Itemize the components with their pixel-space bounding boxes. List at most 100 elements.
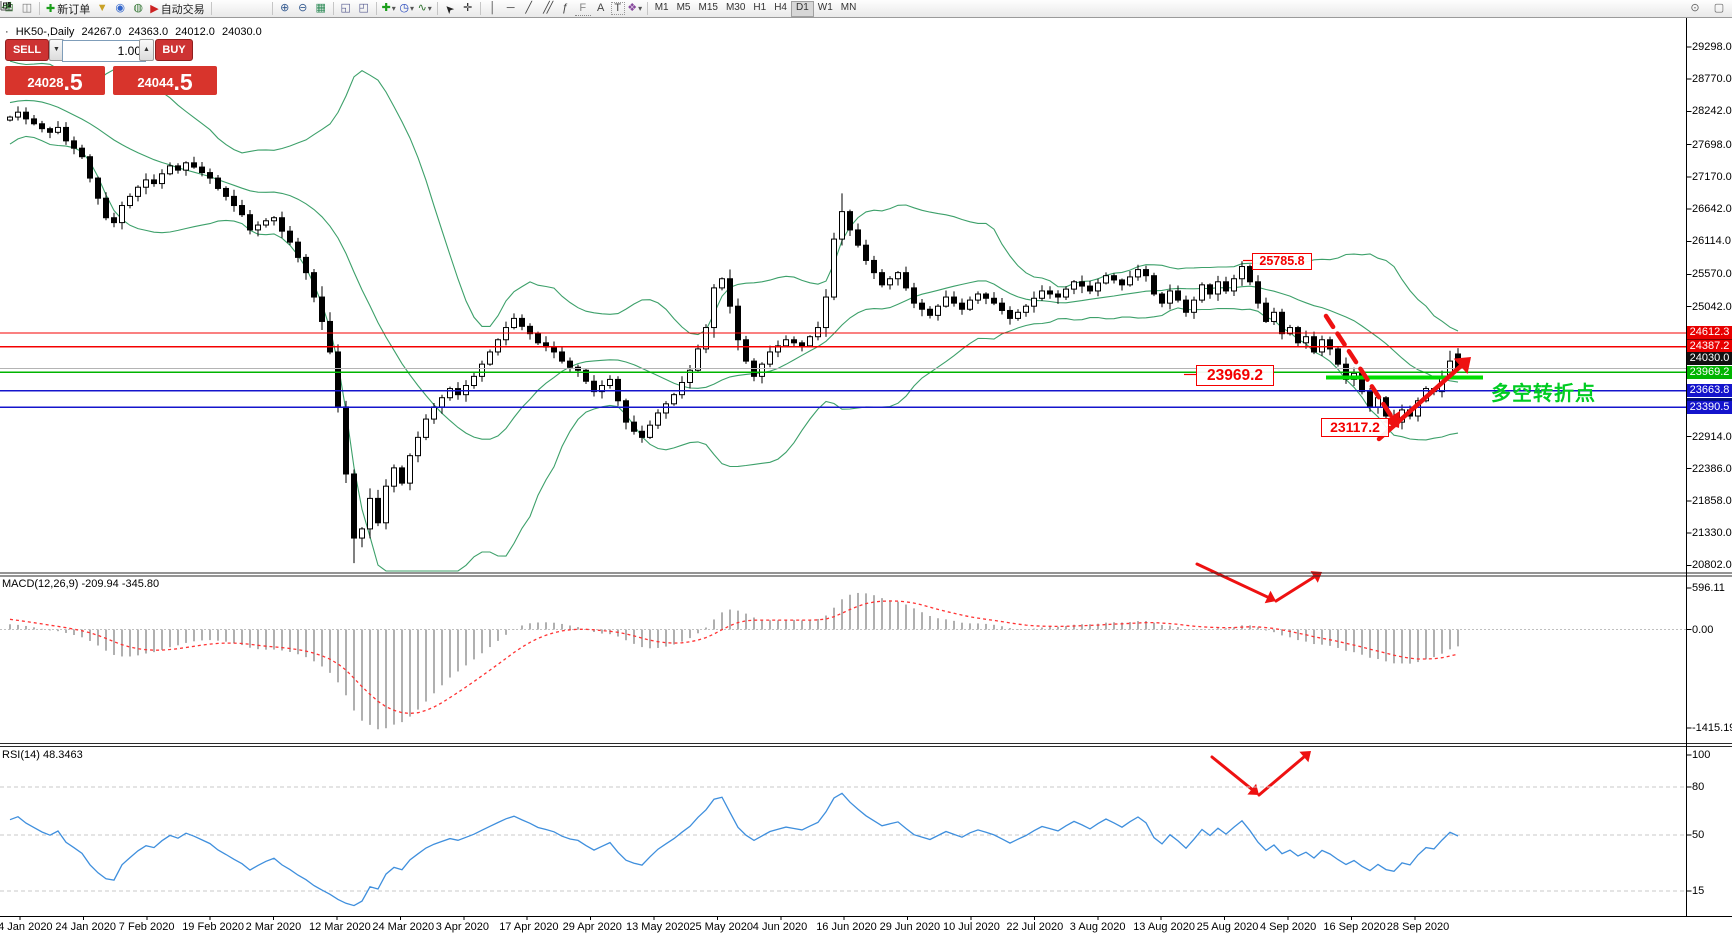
chart-bars-icon[interactable] [216, 1, 232, 16]
period-clock-icon[interactable]: ◷▾ [399, 1, 415, 16]
up-arrow-annotation[interactable] [1379, 357, 1471, 439]
separator [211, 2, 212, 15]
timeframe-button-m30[interactable]: M30 [722, 1, 749, 15]
rsi-down-arrow-annotation[interactable] [1212, 757, 1259, 795]
timeframe-button-h1[interactable]: H1 [749, 1, 770, 15]
one-click-trading-panel: SELL ▼ ▲ BUY 24028.5 24044.5 [5, 38, 253, 94]
volume-up-stepper[interactable]: ▲ [139, 39, 154, 61]
price-tick: 25042.0 [1692, 301, 1732, 313]
timeframe-button-h4[interactable]: H4 [770, 1, 791, 15]
rsi-up-arrow-annotation[interactable] [1259, 751, 1311, 795]
text-label-tool-icon[interactable]: T [611, 2, 625, 15]
sell-button[interactable]: SELL [5, 39, 49, 61]
fibo-grid-tool-icon[interactable]: F [575, 2, 591, 16]
bull-bear-pivot-note[interactable]: 多空转折点 [1491, 377, 1596, 406]
new-order-plus-icon: ✚ [46, 2, 55, 15]
swing-low-price-label[interactable]: 23117.2 [1321, 418, 1389, 437]
fibonacci-tool-icon[interactable]: ƒ [557, 1, 573, 16]
sell-price-fraction: .5 [63, 70, 82, 94]
panel-borders [0, 17, 1732, 920]
funnel-icon[interactable]: ▼ [94, 1, 110, 16]
arrange-windows2-icon[interactable]: ◰ [356, 1, 372, 16]
separator [39, 2, 40, 15]
zoom-in-icon[interactable]: ⊕ [277, 1, 293, 16]
date-tick-label: 2 Mar 2020 [246, 921, 302, 933]
vertical-line-tool-icon[interactable]: │ [485, 1, 501, 16]
timeframe-button-d1[interactable]: D1 [791, 1, 814, 17]
search-icon[interactable]: ⊙ [1687, 1, 1703, 16]
separator [333, 2, 334, 15]
signal-icon[interactable]: ◍ [130, 1, 146, 16]
horizontal-line-tool-icon[interactable]: ─ [503, 1, 519, 16]
channel-tool-icon[interactable]: ╱╱ [539, 1, 555, 16]
macd-tick: -1415.19 [1692, 722, 1732, 734]
timeframe-button-w1[interactable]: W1 [814, 1, 837, 15]
docking-icon[interactable]: ▢ [1711, 1, 1727, 16]
market-watch-icon[interactable]: ◉ [112, 1, 128, 16]
auto-trading-button[interactable]: ▶ 自动交易 [147, 1, 207, 16]
date-tick-label: 4 Sep 2020 [1260, 921, 1316, 933]
separator [647, 2, 648, 15]
date-tick-label: 7 Feb 2020 [119, 921, 175, 933]
macd-tick: 0.00 [1692, 624, 1713, 636]
tile-windows-icon[interactable]: ▦ [313, 1, 329, 16]
trendline-tool-icon[interactable]: ╱ [521, 1, 537, 16]
date-tick-label: 29 Jun 2020 [880, 921, 941, 933]
timeframe-button-m5[interactable]: M5 [673, 1, 695, 15]
cursor-icon[interactable]: ➤ [439, 0, 461, 19]
horizontal-level-lines[interactable] [0, 333, 1687, 408]
buy-price-box[interactable]: 24044.5 [113, 66, 217, 95]
text-tool-icon[interactable]: A [593, 1, 609, 16]
toolbar: ⊞ ◫ ✚ 新订单 ▼ ◉ ◍ ▶ 自动交易 ⊕ ⊖ ▦ ◱ ◰ ✚▾ ◷▾ ∿… [0, 0, 1732, 18]
zoom-out-icon[interactable]: ⊖ [295, 1, 311, 16]
sell-price-box[interactable]: 24028.5 [5, 66, 105, 95]
date-tick-label: 16 Sep 2020 [1323, 921, 1385, 933]
timeframe-button-mn[interactable]: MN [837, 1, 861, 15]
chart-line-icon[interactable] [252, 1, 268, 16]
new-order-button[interactable]: ✚ 新订单 [43, 1, 93, 16]
macd-down-arrow-annotation[interactable] [1197, 564, 1276, 603]
pivot-price-label[interactable]: 23969.2 [1196, 365, 1274, 386]
timeframe-button-m1[interactable]: M1 [651, 1, 673, 15]
separator [376, 2, 377, 15]
timeframe-button-m15[interactable]: M15 [695, 1, 722, 15]
rsi-label: RSI(14) 48.3463 [2, 749, 83, 761]
date-tick-label: 24 Jan 2020 [55, 921, 116, 933]
rsi-tick: 15 [1692, 885, 1704, 897]
profiles-icon[interactable]: ◫ [19, 1, 35, 16]
price-tick: 20802.0 [1692, 559, 1732, 571]
candles [8, 106, 1461, 563]
templates-icon[interactable]: ∿▾ [417, 1, 433, 16]
price-tick: 29298.0 [1692, 41, 1732, 53]
date-tick-label: 13 Aug 2020 [1133, 921, 1195, 933]
date-tick-label: 14 Jan 2020 [0, 921, 53, 933]
price-tick: 26114.0 [1692, 235, 1731, 247]
date-tick-label: 28 Sep 2020 [1387, 921, 1449, 933]
crosshair-icon[interactable]: ✛ [460, 1, 476, 16]
separator [437, 2, 438, 15]
chart-info-bullet: · [5, 26, 9, 38]
date-tick-label: 25 May 2020 [689, 921, 753, 933]
axis-price-box: 24030.0 [1687, 352, 1732, 365]
add-indicator-icon[interactable]: ✚▾ [381, 1, 397, 16]
price-tick: 21858.0 [1692, 495, 1732, 507]
autotrade-play-icon: ▶ [150, 2, 158, 15]
volume-input[interactable] [62, 40, 146, 62]
timeframe-bar: M1M5M15M30H1H4D1W1MN [651, 1, 861, 17]
rsi-indicator [0, 787, 1687, 906]
swing-high-price-label[interactable]: 25785.8 [1252, 253, 1312, 270]
price-tick: 28242.0 [1692, 105, 1732, 117]
arrows-tool-icon[interactable]: ❖▾ [627, 1, 643, 16]
chart-candles-icon[interactable] [234, 1, 250, 16]
price-tick: 22914.0 [1692, 431, 1732, 443]
arrange-windows-icon[interactable]: ◱ [338, 1, 354, 16]
axis-price-box: 24612.3 [1687, 326, 1732, 339]
price-tick: 22386.0 [1692, 463, 1732, 475]
date-tick-label: 10 Jul 2020 [943, 921, 1000, 933]
ohlc-low: 24012.0 [175, 26, 215, 38]
bollinger-bands [10, 61, 1458, 571]
chart-canvas[interactable] [0, 0, 1732, 938]
buy-button[interactable]: BUY [155, 39, 193, 61]
price-tick: 25570.0 [1692, 268, 1732, 280]
date-tick-label: 17 Apr 2020 [499, 921, 558, 933]
